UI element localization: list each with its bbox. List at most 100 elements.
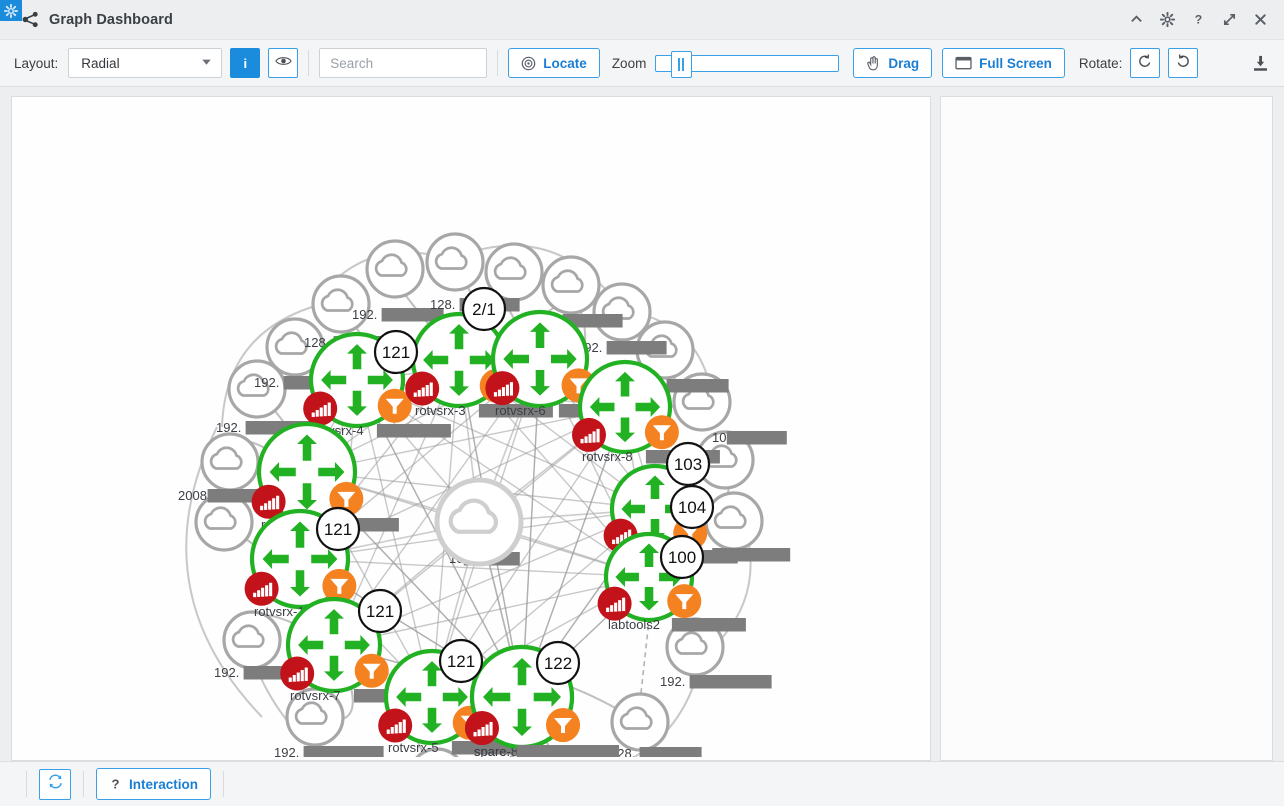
taskbar-app-badge[interactable] (0, 0, 22, 21)
filter-funnel-badge[interactable] (667, 584, 701, 618)
locate-button-label: Locate (543, 56, 587, 71)
svg-text:128.: 128. (430, 297, 455, 312)
count-badge-value: 100 (668, 548, 696, 567)
drag-button-label: Drag (888, 56, 919, 71)
toolbar-divider-2 (497, 50, 498, 76)
zoom-slider-handle[interactable] (671, 51, 692, 78)
alert-chart-badge[interactable] (572, 418, 606, 452)
count-badge-value: 121 (366, 602, 394, 621)
router-node-label: spare. (474, 744, 510, 757)
svg-text:192.: 192. (214, 665, 239, 680)
footer-bar: ? Interaction (0, 761, 1284, 806)
title-bar: Graph Dashboard (0, 0, 1284, 40)
count-badge[interactable]: 121 (359, 590, 401, 632)
filter-funnel-badge[interactable] (546, 708, 580, 742)
gear-icon (4, 4, 18, 18)
cloud-node[interactable] (706, 493, 762, 549)
count-badge-value: 121 (324, 520, 352, 539)
filter-funnel-badge[interactable] (355, 654, 389, 688)
network-graph[interactable]: 192.128.192.192.128.192.192.2008192.192.… (12, 97, 930, 757)
ip-label: 192. (577, 340, 667, 355)
footer-divider (26, 771, 27, 797)
interaction-button[interactable]: ? Interaction (96, 768, 211, 800)
count-badge[interactable]: 104 (671, 486, 713, 528)
filter-funnel-badge[interactable] (645, 415, 679, 449)
graph-hub-node[interactable] (437, 480, 521, 564)
count-badge[interactable]: 103 (667, 443, 709, 485)
count-badge-value: 121 (447, 652, 475, 671)
layout-select[interactable]: Radial (68, 48, 222, 78)
footer-divider-3 (223, 771, 224, 797)
question-mark-icon[interactable]: ? (1191, 12, 1206, 27)
cloud-node[interactable] (594, 284, 650, 340)
rotate-cw-button[interactable] (1168, 48, 1198, 78)
window-title: Graph Dashboard (49, 12, 173, 28)
count-badge[interactable]: 122 (537, 642, 579, 684)
alert-chart-badge[interactable] (245, 572, 279, 606)
svg-text:192.: 192. (352, 307, 377, 322)
svg-text:?: ? (1195, 13, 1202, 27)
share-network-icon (22, 11, 39, 28)
count-badge-value: 121 (382, 343, 410, 362)
zoom-label: Zoom (612, 56, 647, 71)
cloud-node[interactable] (543, 257, 599, 313)
svg-text:192.: 192. (274, 745, 299, 757)
graph-canvas[interactable]: 192.128.192.192.128.192.192.2008192.192.… (11, 96, 931, 761)
count-badge-value: 103 (674, 455, 702, 474)
cloud-node[interactable] (612, 694, 668, 750)
locate-button[interactable]: Locate (508, 48, 600, 78)
count-badge[interactable]: 121 (375, 331, 417, 373)
rotate-ccw-button[interactable] (1130, 48, 1160, 78)
info-button-label: i (243, 56, 247, 71)
chevron-up-icon[interactable] (1129, 12, 1144, 27)
zoom-slider-track[interactable] (655, 55, 839, 72)
grip-line (678, 58, 680, 71)
visibility-button[interactable] (268, 48, 298, 78)
main-toolbar: Layout: Radial i (0, 40, 1284, 87)
hub-cloud-node[interactable] (437, 480, 521, 564)
question-mark-icon: ? (109, 777, 122, 792)
cloud-node[interactable] (224, 612, 280, 668)
alert-chart-badge[interactable] (465, 711, 499, 745)
grip-line (682, 58, 684, 71)
target-icon (521, 56, 536, 71)
close-x-icon[interactable] (1253, 12, 1268, 27)
svg-text:10: 10 (712, 430, 726, 445)
count-badge[interactable]: 100 (661, 536, 703, 578)
drag-button[interactable]: Drag (853, 48, 932, 78)
ip-label: 192. (660, 674, 772, 689)
cloud-node[interactable] (202, 434, 258, 490)
count-badge[interactable]: 2/1 (463, 288, 505, 330)
cloud-node[interactable] (313, 276, 369, 332)
zoom-control: Zoom (612, 55, 840, 72)
svg-text:192.: 192. (216, 420, 241, 435)
fullscreen-button-label: Full Screen (979, 56, 1052, 71)
cloud-node[interactable] (427, 234, 483, 290)
toolbar-divider (308, 50, 309, 76)
alert-chart-badge[interactable] (280, 657, 314, 691)
download-icon[interactable] (1251, 54, 1270, 73)
count-badge-value: 104 (678, 498, 706, 517)
ip-label: 128. (610, 746, 702, 757)
fullscreen-button[interactable]: Full Screen (942, 48, 1065, 78)
info-button[interactable]: i (230, 48, 260, 78)
rotate-right-icon (1175, 53, 1191, 74)
count-badge[interactable]: 121 (317, 508, 359, 550)
refresh-button[interactable] (39, 769, 71, 800)
footer-divider-2 (83, 771, 84, 797)
search-input[interactable] (319, 48, 487, 78)
alert-chart-badge[interactable] (378, 709, 412, 743)
count-badge[interactable]: 121 (440, 640, 482, 682)
graph-dashboard-window: Graph Dashboard (0, 0, 1284, 806)
expand-arrows-icon[interactable] (1222, 12, 1237, 27)
alert-chart-badge[interactable] (485, 371, 519, 405)
details-side-panel[interactable] (940, 96, 1273, 761)
ip-label: 192. (274, 745, 384, 757)
gear-icon[interactable] (1160, 12, 1175, 27)
alert-chart-badge[interactable] (303, 392, 337, 426)
cloud-node[interactable] (367, 241, 423, 297)
body-area: 192.128.192.192.128.192.192.2008192.192.… (0, 87, 1284, 761)
alert-chart-badge[interactable] (598, 587, 632, 621)
ip-label: 10 (712, 430, 787, 445)
alert-chart-badge[interactable] (405, 372, 439, 406)
